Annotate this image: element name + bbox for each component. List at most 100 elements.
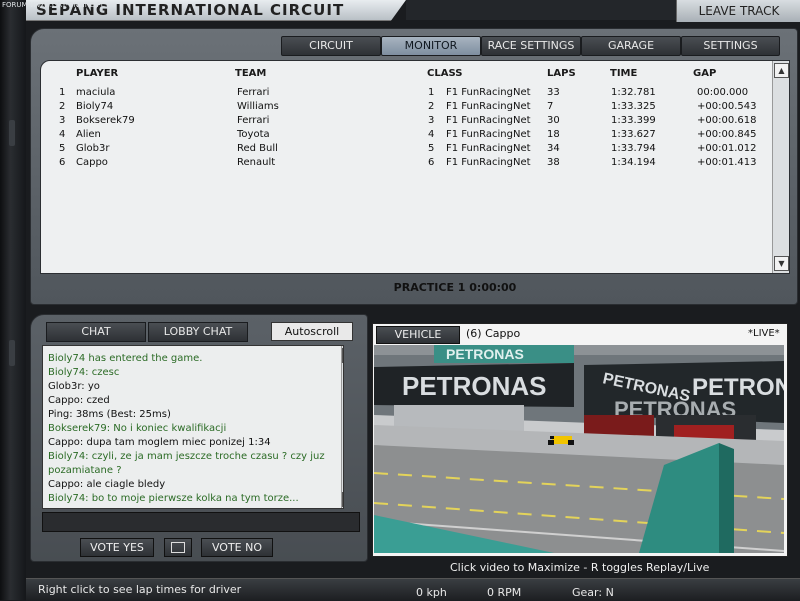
cell-class: F1 FunRacingNet xyxy=(446,101,531,112)
cell-position: 4 xyxy=(59,129,66,140)
scroll-up-arrow-icon[interactable]: ▲ xyxy=(774,63,789,78)
scroll-down-arrow-icon[interactable]: ▼ xyxy=(774,256,789,271)
scroll-thumb[interactable] xyxy=(343,462,344,492)
standings-scrollbar[interactable]: ▲ ▼ xyxy=(772,61,789,273)
cell-laps: 38 xyxy=(547,157,560,168)
chat-log: Bioly74 has entered the game. Bioly74: c… xyxy=(42,345,344,509)
cell-laps: 7 xyxy=(547,101,554,112)
header-background xyxy=(406,0,676,20)
cell-class-number: 4 xyxy=(428,129,435,140)
tab-monitor[interactable]: MONITOR xyxy=(381,36,481,56)
cell-laps: 18 xyxy=(547,129,560,140)
cell-player: Bokserek79 xyxy=(76,115,135,126)
chat-message: Bokserek79: No i koniec kwalifikacji xyxy=(48,423,227,434)
column-header-time: TIME xyxy=(610,68,638,79)
left-frame-strip xyxy=(0,0,26,600)
chat-message: Ping: 38ms (Best: 25ms) xyxy=(48,409,171,420)
cell-player: Bioly74 xyxy=(76,101,114,112)
video-view[interactable]: PETRONAS PETRONAS PETRONAS PETRONAS PETR… xyxy=(374,345,784,553)
column-header-gap: GAP xyxy=(693,68,717,79)
cell-laps: 30 xyxy=(547,115,560,126)
cell-gap: +00:00.618 xyxy=(697,115,757,126)
cell-time: 1:33.627 xyxy=(611,129,656,140)
cell-gap: 00:00.000 xyxy=(697,87,749,98)
cell-time: 1:32.781 xyxy=(611,87,656,98)
track-scene: PETRONAS PETRONAS PETRONAS PETRONAS PETR… xyxy=(374,345,784,553)
scroll-down-arrow-icon[interactable]: ▼ xyxy=(342,492,343,507)
autoscroll-toggle[interactable]: Autoscroll xyxy=(271,322,353,341)
cell-time: 1:33.325 xyxy=(611,101,656,112)
speed-readout: 0 kph xyxy=(416,586,447,599)
cell-class-number: 2 xyxy=(428,101,435,112)
cell-time: 1:33.794 xyxy=(611,143,656,154)
table-row[interactable]: 4 Alien Toyota 4 F1 FunRacingNet 18 1:33… xyxy=(41,129,771,143)
cell-team: Williams xyxy=(237,101,279,112)
vote-monitor-button[interactable] xyxy=(164,538,192,557)
column-header-player: PLAYER xyxy=(76,68,119,79)
rpm-readout: 0 RPM xyxy=(487,586,522,599)
chat-scrollbar[interactable]: ▲ ▼ xyxy=(341,346,344,508)
table-row[interactable]: 6 Cappo Renault 6 F1 FunRacingNet 38 1:3… xyxy=(41,157,771,171)
status-hint: Right click to see lap times for driver xyxy=(38,583,242,596)
cell-class: F1 FunRacingNet xyxy=(446,143,531,154)
cell-gap: +00:00.543 xyxy=(697,101,757,112)
cell-player: Alien xyxy=(76,129,101,140)
tab-settings[interactable]: SETTINGS xyxy=(681,36,780,56)
cell-class: F1 FunRacingNet xyxy=(446,129,531,140)
cell-position: 6 xyxy=(59,157,66,168)
chat-message: Bioly74: czesc xyxy=(48,367,120,378)
cell-class: F1 FunRacingNet xyxy=(446,87,531,98)
cell-time: 1:33.399 xyxy=(611,115,656,126)
petronas-sign: PETRONAS xyxy=(446,346,524,362)
live-indicator: *LIVE* xyxy=(748,328,780,339)
tab-race-settings[interactable]: RACE SETTINGS xyxy=(481,36,581,56)
chat-message: Cappo: dupa tam moglem miec ponizej 1:34 xyxy=(48,437,271,448)
leave-track-button[interactable]: LEAVE TRACK xyxy=(676,0,800,22)
column-header-laps: LAPS xyxy=(547,68,576,79)
column-header-team: TEAM xyxy=(235,68,267,79)
cell-team: Ferrari xyxy=(237,115,270,126)
cell-position: 2 xyxy=(59,101,66,112)
table-row[interactable]: 2 Bioly74 Williams 2 F1 FunRacingNet 7 1… xyxy=(41,101,771,115)
chat-message: Cappo: ale ciagle bledy xyxy=(48,479,166,490)
table-row[interactable]: 3 Bokserek79 Ferrari 3 F1 FunRacingNet 3… xyxy=(41,115,771,129)
cell-class: F1 FunRacingNet xyxy=(446,157,531,168)
cell-player: Glob3r xyxy=(76,143,110,154)
gear-readout: Gear: N xyxy=(572,586,614,599)
chat-message: Bioly74 has entered the game. xyxy=(48,353,203,364)
frame-notch xyxy=(9,120,15,146)
cell-player: maciula xyxy=(76,87,116,98)
chat-message: Bioly74: czyli, ze ja mam jeszcze troche… xyxy=(48,451,325,462)
cell-team: Ferrari xyxy=(237,87,270,98)
vote-no-button[interactable]: VOTE NO xyxy=(201,538,273,557)
frame-notch xyxy=(9,340,15,366)
vote-yes-button[interactable]: VOTE YES xyxy=(80,538,154,557)
cell-player: Cappo xyxy=(76,157,108,168)
scroll-up-arrow-icon[interactable]: ▲ xyxy=(342,348,343,363)
vehicle-button[interactable]: VEHICLE xyxy=(376,326,460,344)
monitor-icon xyxy=(171,542,185,553)
cell-class: F1 FunRacingNet xyxy=(446,115,531,126)
video-hint: Click video to Maximize - R toggles Repl… xyxy=(450,561,710,574)
cell-team: Toyota xyxy=(237,129,270,140)
table-row[interactable]: 5 Glob3r Red Bull 5 F1 FunRacingNet 34 1… xyxy=(41,143,771,157)
chat-message: Glob3r: yo xyxy=(48,381,100,392)
petronas-sign: PETRONAS xyxy=(402,371,546,401)
tab-garage[interactable]: GARAGE xyxy=(581,36,681,56)
cell-position: 1 xyxy=(59,87,66,98)
cell-laps: 34 xyxy=(547,143,560,154)
cell-class-number: 1 xyxy=(428,87,435,98)
vehicle-name: (6) Cappo xyxy=(466,327,521,340)
tab-lobby-chat[interactable]: LOBBY CHAT xyxy=(148,322,248,342)
cell-class-number: 5 xyxy=(428,143,435,154)
tab-chat[interactable]: CHAT xyxy=(46,322,146,342)
chat-message: Cappo: czed xyxy=(48,395,110,406)
chat-input[interactable] xyxy=(42,512,360,532)
cell-laps: 33 xyxy=(547,87,560,98)
chat-message: pozamiatane ? xyxy=(48,465,122,476)
cell-class-number: 6 xyxy=(428,157,435,168)
cell-class-number: 3 xyxy=(428,115,435,126)
cell-team: Renault xyxy=(237,157,276,168)
tab-circuit[interactable]: CIRCUIT xyxy=(281,36,381,56)
table-row[interactable]: 1 maciula Ferrari 1 F1 FunRacingNet 33 1… xyxy=(41,87,771,101)
